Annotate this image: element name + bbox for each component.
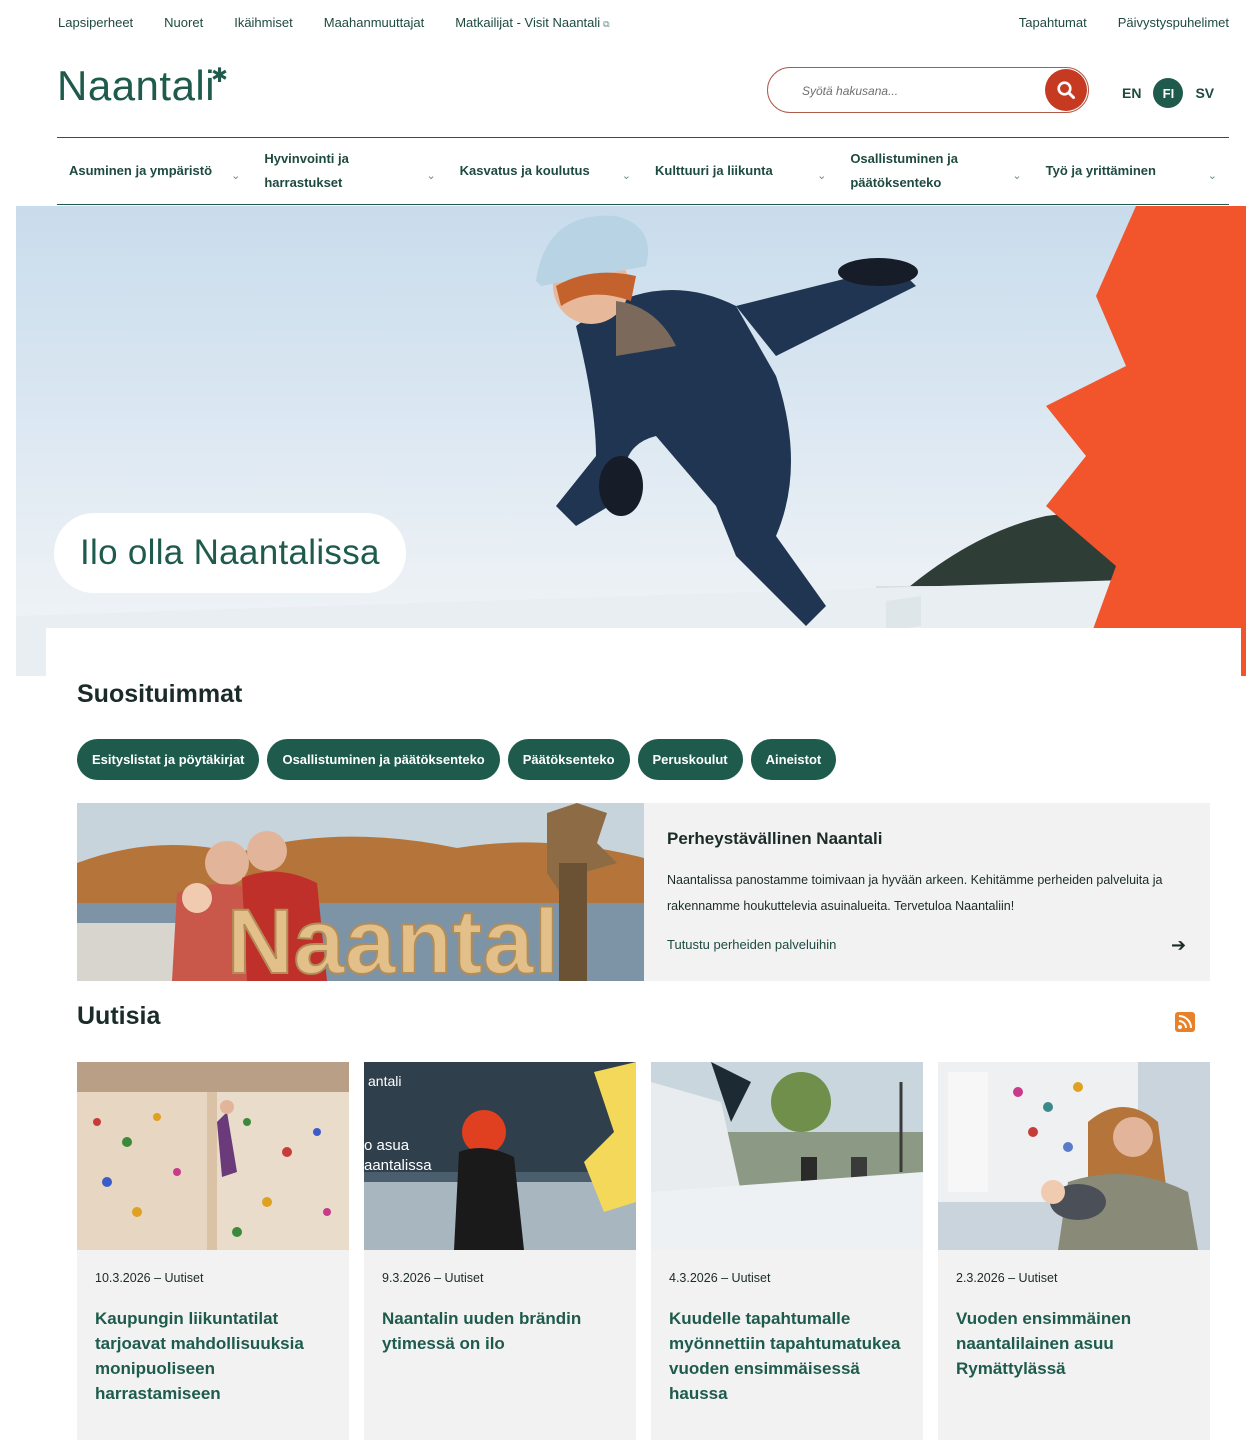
- lang-fi[interactable]: FI: [1153, 78, 1184, 108]
- event-photo: [651, 1062, 923, 1250]
- section-title-news: Uutisia: [77, 1002, 161, 1030]
- nav-hyvinvointi[interactable]: Hyvinvointi ja harrastukset ⌄: [252, 138, 447, 204]
- news-title[interactable]: Kuudelle tapahtumalle myönnettiin tapaht…: [669, 1306, 907, 1406]
- chevron-down-icon: ⌄: [231, 170, 241, 182]
- link-tapahtumat[interactable]: Tapahtumat: [1019, 15, 1087, 30]
- nav-osallistuminen[interactable]: Osallistuminen ja päätöksenteko ⌄: [838, 138, 1033, 204]
- chevron-down-icon: ⌄: [1012, 170, 1022, 182]
- pill-aineistot[interactable]: Aineistot: [750, 739, 837, 780]
- search-input[interactable]: [800, 79, 1034, 103]
- nav-tyo[interactable]: Työ ja yrittäminen ⌄: [1034, 138, 1229, 204]
- search-box: [767, 67, 1089, 113]
- utility-bar: Lapsiperheet Nuoret Ikäihmiset Maahanmuu…: [0, 0, 1246, 48]
- audience-links: Lapsiperheet Nuoret Ikäihmiset Maahanmuu…: [58, 15, 610, 30]
- news-card[interactable]: antali o asua aantalissa 9.3.2026 – Uuti…: [364, 1062, 636, 1440]
- feature-link[interactable]: Tutustu perheiden palveluihin: [667, 937, 836, 952]
- hero-caption: Ilo olla Naantalissa: [54, 513, 406, 593]
- section-title-popular: Suosituimmat: [77, 680, 243, 708]
- search-icon: [1057, 81, 1075, 99]
- brand-photo: antali o asua aantalissa: [364, 1062, 636, 1250]
- link-ikaihmiset[interactable]: Ikäihmiset: [234, 15, 293, 30]
- link-nuoret[interactable]: Nuoret: [164, 15, 203, 30]
- feature-title: Perheystävällinen Naantali: [667, 829, 883, 848]
- nav-label: Kasvatus ja koulutus: [459, 163, 590, 178]
- news-title[interactable]: Naantalin uuden brändin ytimessä on ilo: [382, 1306, 620, 1356]
- pill-esityslistat[interactable]: Esityslistat ja pöytäkirjat: [77, 739, 260, 780]
- nav-label: Työ ja yrittäminen: [1045, 163, 1156, 178]
- feature-card: Naantali Perheystävällinen Naantali Naan…: [77, 803, 1210, 981]
- newborn-photo: [938, 1062, 1210, 1250]
- link-maahanmuuttajat[interactable]: Maahanmuuttajat: [324, 15, 424, 30]
- popular-links: Esityslistat ja pöytäkirjat Osallistumin…: [77, 739, 837, 780]
- nav-label: Kulttuuri ja liikunta: [654, 163, 773, 178]
- logo-text: Naantali: [57, 62, 216, 109]
- rss-glyph: [1178, 1015, 1192, 1029]
- link-matkailijat-label: Matkailijat - Visit Naantali: [455, 15, 601, 30]
- link-matkailijat[interactable]: Matkailijat - Visit Naantali ⧉: [455, 15, 609, 30]
- logo-star-icon: ✱: [211, 65, 229, 87]
- nav-label: Osallistuminen ja päätöksenteko: [850, 151, 958, 190]
- lang-en[interactable]: EN: [1122, 85, 1141, 101]
- news-title[interactable]: Vuoden ensimmäinen naantalilainen asuu R…: [956, 1306, 1194, 1381]
- lang-sv[interactable]: SV: [1195, 85, 1214, 101]
- news-meta: 2.3.2026 – Uutiset: [956, 1271, 1058, 1285]
- chevron-down-icon: ⌄: [426, 170, 436, 182]
- naantali-sign: Naantali: [227, 891, 585, 981]
- link-paivystyspuhelimet[interactable]: Päivystyspuhelimet: [1118, 15, 1229, 30]
- overlay-text-3: aantalissa: [364, 1157, 432, 1174]
- news-meta: 9.3.2026 – Uutiset: [382, 1271, 484, 1285]
- nav-label: Hyvinvointi ja harrastukset: [264, 151, 349, 190]
- site-logo[interactable]: Naantali✱: [57, 62, 232, 110]
- search-button[interactable]: [1045, 69, 1087, 111]
- hero-image: [16, 206, 1246, 676]
- news-image: [651, 1062, 923, 1250]
- pill-peruskoulut[interactable]: Peruskoulut: [637, 739, 743, 780]
- news-title[interactable]: Kaupungin liikuntatilat tarjoavat mahdol…: [95, 1306, 333, 1406]
- news-card[interactable]: 4.3.2026 – Uutiset Kuudelle tapahtumalle…: [651, 1062, 923, 1440]
- news-meta: 4.3.2026 – Uutiset: [669, 1271, 771, 1285]
- pill-osallistuminen[interactable]: Osallistuminen ja päätöksenteko: [267, 739, 500, 780]
- hero-banner: Ilo olla Naantalissa: [16, 206, 1246, 676]
- external-link-icon: ⧉: [603, 19, 610, 29]
- chevron-down-icon: ⌄: [1207, 170, 1217, 182]
- feature-image: Naantali: [77, 803, 644, 981]
- chevron-down-icon: ⌄: [621, 170, 631, 182]
- rss-icon[interactable]: [1175, 1012, 1195, 1032]
- language-switcher: EN FI SV: [1122, 78, 1214, 108]
- news-card[interactable]: 2.3.2026 – Uutiset Vuoden ensimmäinen na…: [938, 1062, 1210, 1440]
- overlay-text-1: antali: [368, 1073, 401, 1089]
- climbing-wall-photo: [77, 1062, 349, 1250]
- news-card[interactable]: 10.3.2026 – Uutiset Kaupungin liikuntati…: [77, 1062, 349, 1440]
- utility-links-right: Tapahtumat Päivystyspuhelimet: [1019, 15, 1229, 30]
- arrow-right-icon[interactable]: ➔: [1171, 935, 1186, 956]
- chevron-down-icon: ⌄: [817, 170, 827, 182]
- nav-kulttuuri[interactable]: Kulttuuri ja liikunta ⌄: [643, 138, 838, 204]
- pill-paatoksenteko[interactable]: Päätöksenteko: [507, 739, 630, 780]
- news-image: [938, 1062, 1210, 1250]
- hero-bottom-overlap: [46, 628, 1241, 676]
- family-photo: Naantali: [77, 803, 644, 981]
- nav-asuminen[interactable]: Asuminen ja ympäristö ⌄: [57, 138, 252, 204]
- news-meta: 10.3.2026 – Uutiset: [95, 1271, 204, 1285]
- nav-kasvatus[interactable]: Kasvatus ja koulutus ⌄: [448, 138, 643, 204]
- news-image: [77, 1062, 349, 1250]
- overlay-text-2: o asua: [364, 1137, 410, 1154]
- main-navigation: Asuminen ja ympäristö ⌄ Hyvinvointi ja ha…: [57, 137, 1229, 205]
- news-list: 10.3.2026 – Uutiset Kaupungin liikuntati…: [77, 1062, 1210, 1440]
- link-lapsiperheet[interactable]: Lapsiperheet: [58, 15, 133, 30]
- nav-label: Asuminen ja ympäristö: [69, 163, 213, 178]
- feature-text: Naantalissa panostamme toimivaan ja hyvä…: [667, 873, 1163, 913]
- news-image: antali o asua aantalissa: [364, 1062, 636, 1250]
